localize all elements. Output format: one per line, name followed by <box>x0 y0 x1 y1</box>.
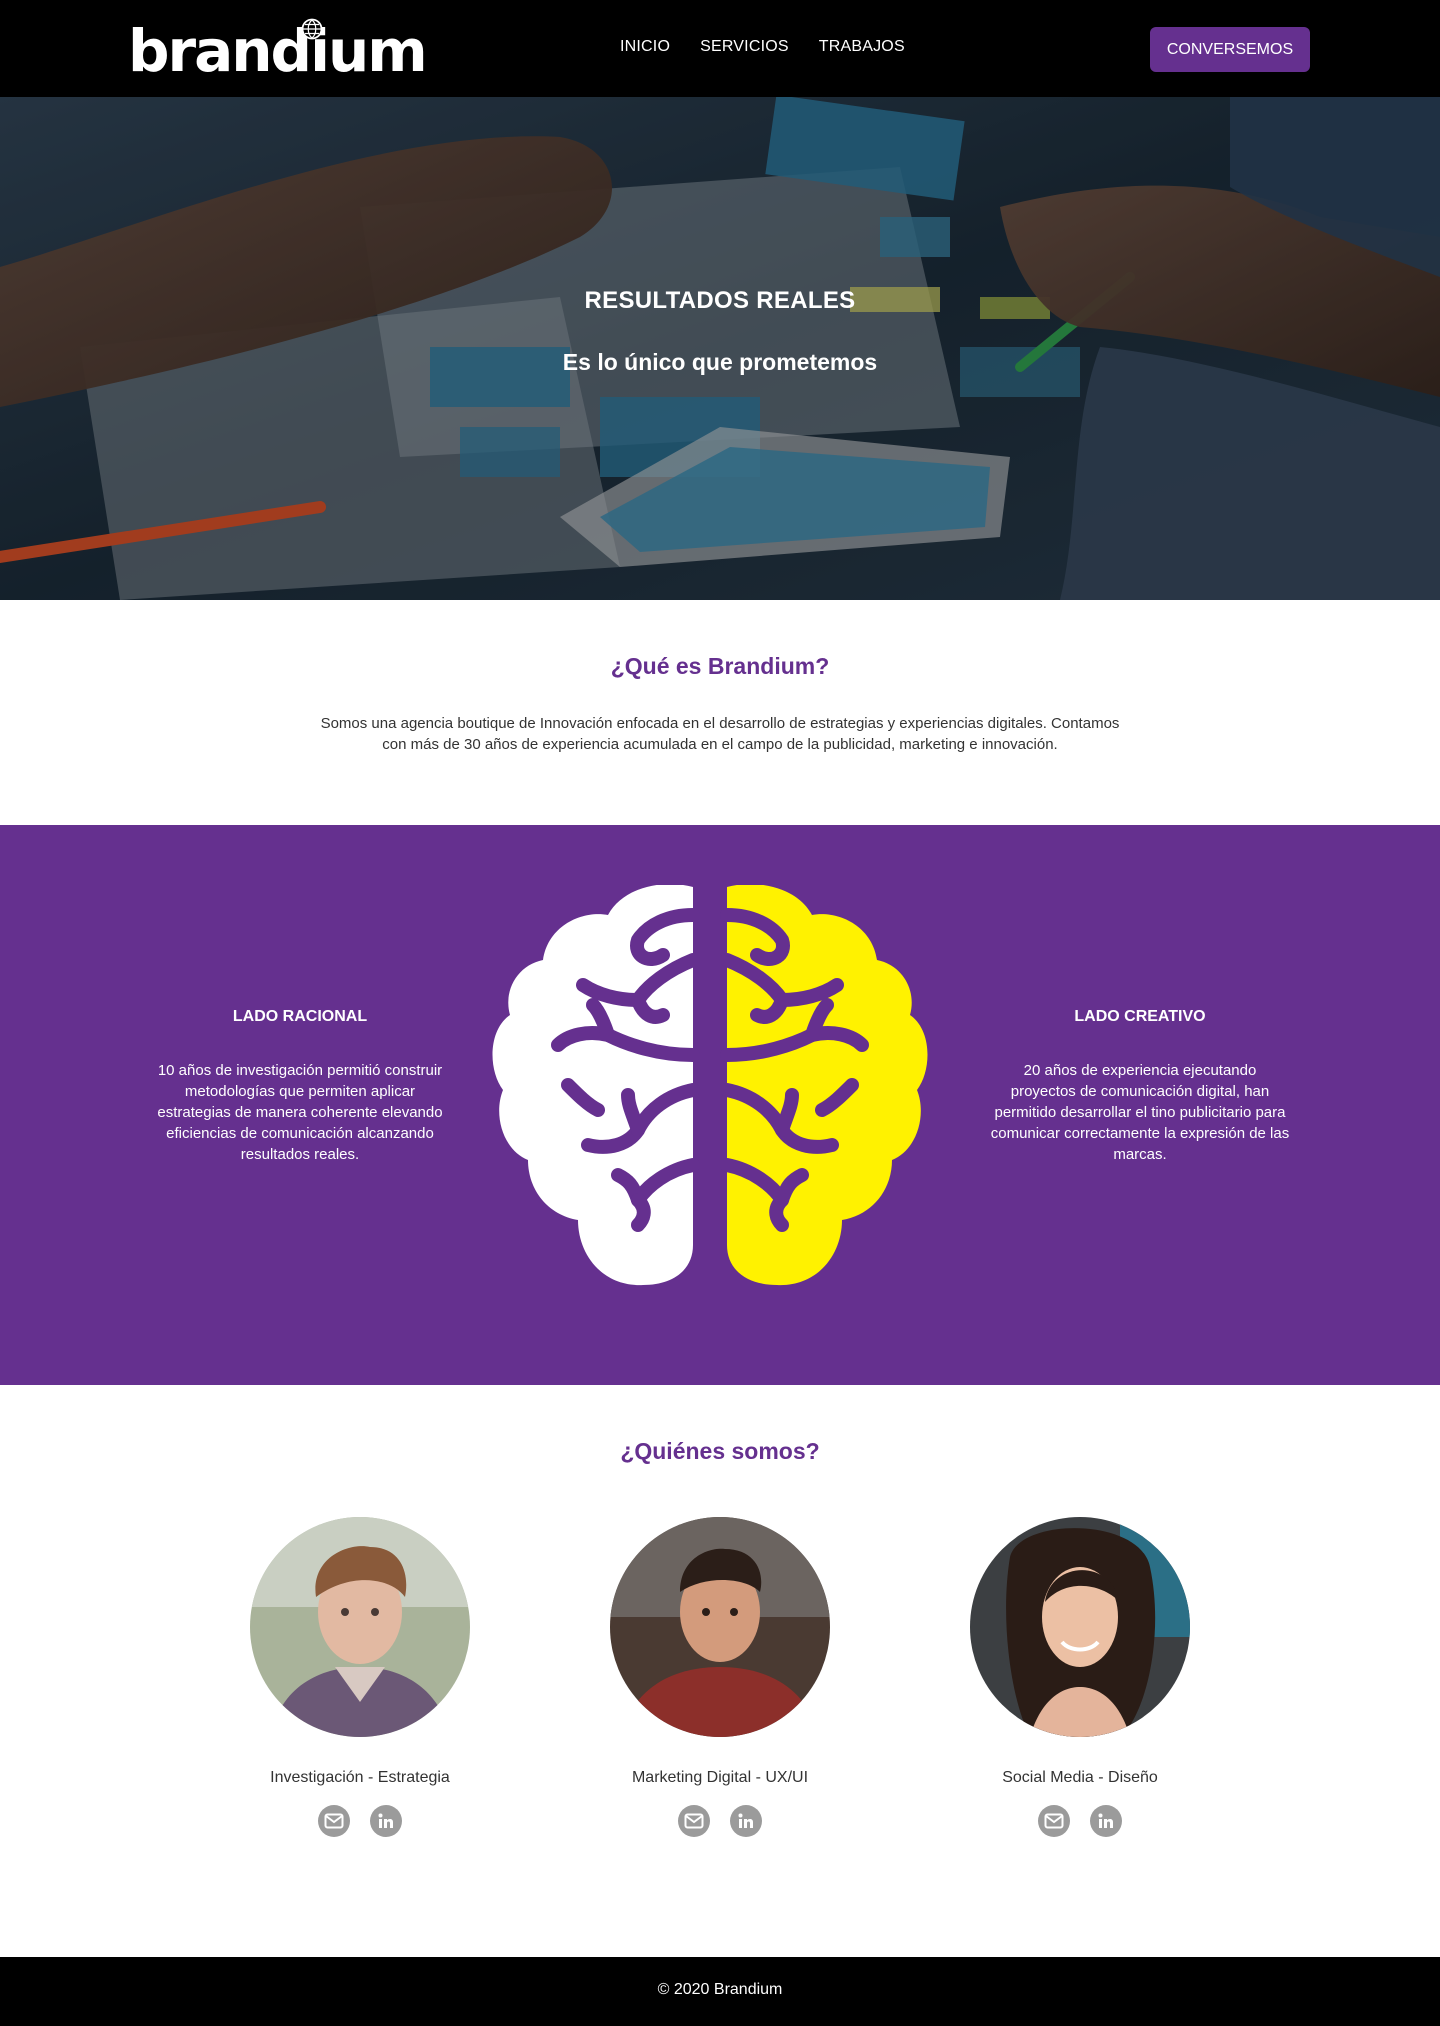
rational-side-title: LADO RACIONAL <box>232 1008 368 1025</box>
team-member-card: Social Media - Diseño <box>930 1517 1230 1837</box>
email-icon[interactable] <box>318 1805 350 1837</box>
brandium-logo[interactable]: brandium <box>128 18 428 84</box>
creative-side-title: LADO CREATIVO <box>1074 1008 1206 1025</box>
linkedin-icon[interactable] <box>730 1805 762 1837</box>
nav-link-servicios[interactable]: SERVICIOS <box>700 38 789 56</box>
main-menu: INICIO SERVICIOS TRABAJOS <box>620 38 905 56</box>
team-title: ¿Quiénes somos? <box>620 1438 820 1464</box>
about-section: ¿Qué es Brandium? Somos una agencia bout… <box>0 600 1440 825</box>
member-role: Social Media - Diseño <box>1002 1769 1158 1786</box>
hero-title: RESULTADOS REALES <box>584 287 856 314</box>
team-member-card: Marketing Digital - UX/UI <box>570 1517 870 1837</box>
rational-side-text: 10 años de investigación permitió constr… <box>157 1062 443 1163</box>
email-icon[interactable] <box>678 1805 710 1837</box>
team-member-card: Investigación - Estrategia <box>210 1517 510 1837</box>
brain-illustration <box>492 885 928 1286</box>
top-navbar: brandium INICIO SERVICIOS TRABAJOS CONVE… <box>0 0 1440 97</box>
about-text: Somos una agencia boutique de Innovación… <box>320 715 1120 753</box>
brain-section: LADO RACIONAL 10 años de investigación p… <box>0 825 1440 1385</box>
nav-link-trabajos[interactable]: TRABAJOS <box>819 38 905 56</box>
member-photo <box>610 1517 830 1737</box>
creative-side-text: 20 años de experiencia ejecutando proyec… <box>990 1062 1290 1163</box>
about-title: ¿Qué es Brandium? <box>610 653 830 679</box>
hero-subtitle: Es lo único que prometemos <box>562 349 878 375</box>
member-photo <box>970 1517 1190 1737</box>
member-role: Marketing Digital - UX/UI <box>631 1769 809 1786</box>
footer: © 2020 Brandium <box>0 1957 1440 2026</box>
nav-link-inicio[interactable]: INICIO <box>620 38 670 56</box>
copyright-text: © 2020 Brandium <box>657 1981 783 1998</box>
email-icon[interactable] <box>1038 1805 1070 1837</box>
team-section: ¿Quiénes somos? Investigación - Estrateg… <box>0 1385 1440 1957</box>
member-socials <box>930 1805 1230 1837</box>
conversemos-button[interactable]: CONVERSEMOS <box>1150 27 1310 72</box>
globe-icon <box>301 18 323 40</box>
member-socials <box>570 1805 870 1837</box>
logo-text: brandium <box>128 17 428 85</box>
linkedin-icon[interactable] <box>1090 1805 1122 1837</box>
creative-side-block: LADO CREATIVO 20 años de experiencia eje… <box>990 1008 1290 1165</box>
linkedin-icon[interactable] <box>370 1805 402 1837</box>
hero-banner: RESULTADOS REALES Es lo único que promet… <box>0 97 1440 600</box>
member-socials <box>210 1805 510 1837</box>
member-role: Investigación - Estrategia <box>270 1769 450 1786</box>
rational-side-block: LADO RACIONAL 10 años de investigación p… <box>150 1008 450 1165</box>
member-photo <box>250 1517 470 1737</box>
